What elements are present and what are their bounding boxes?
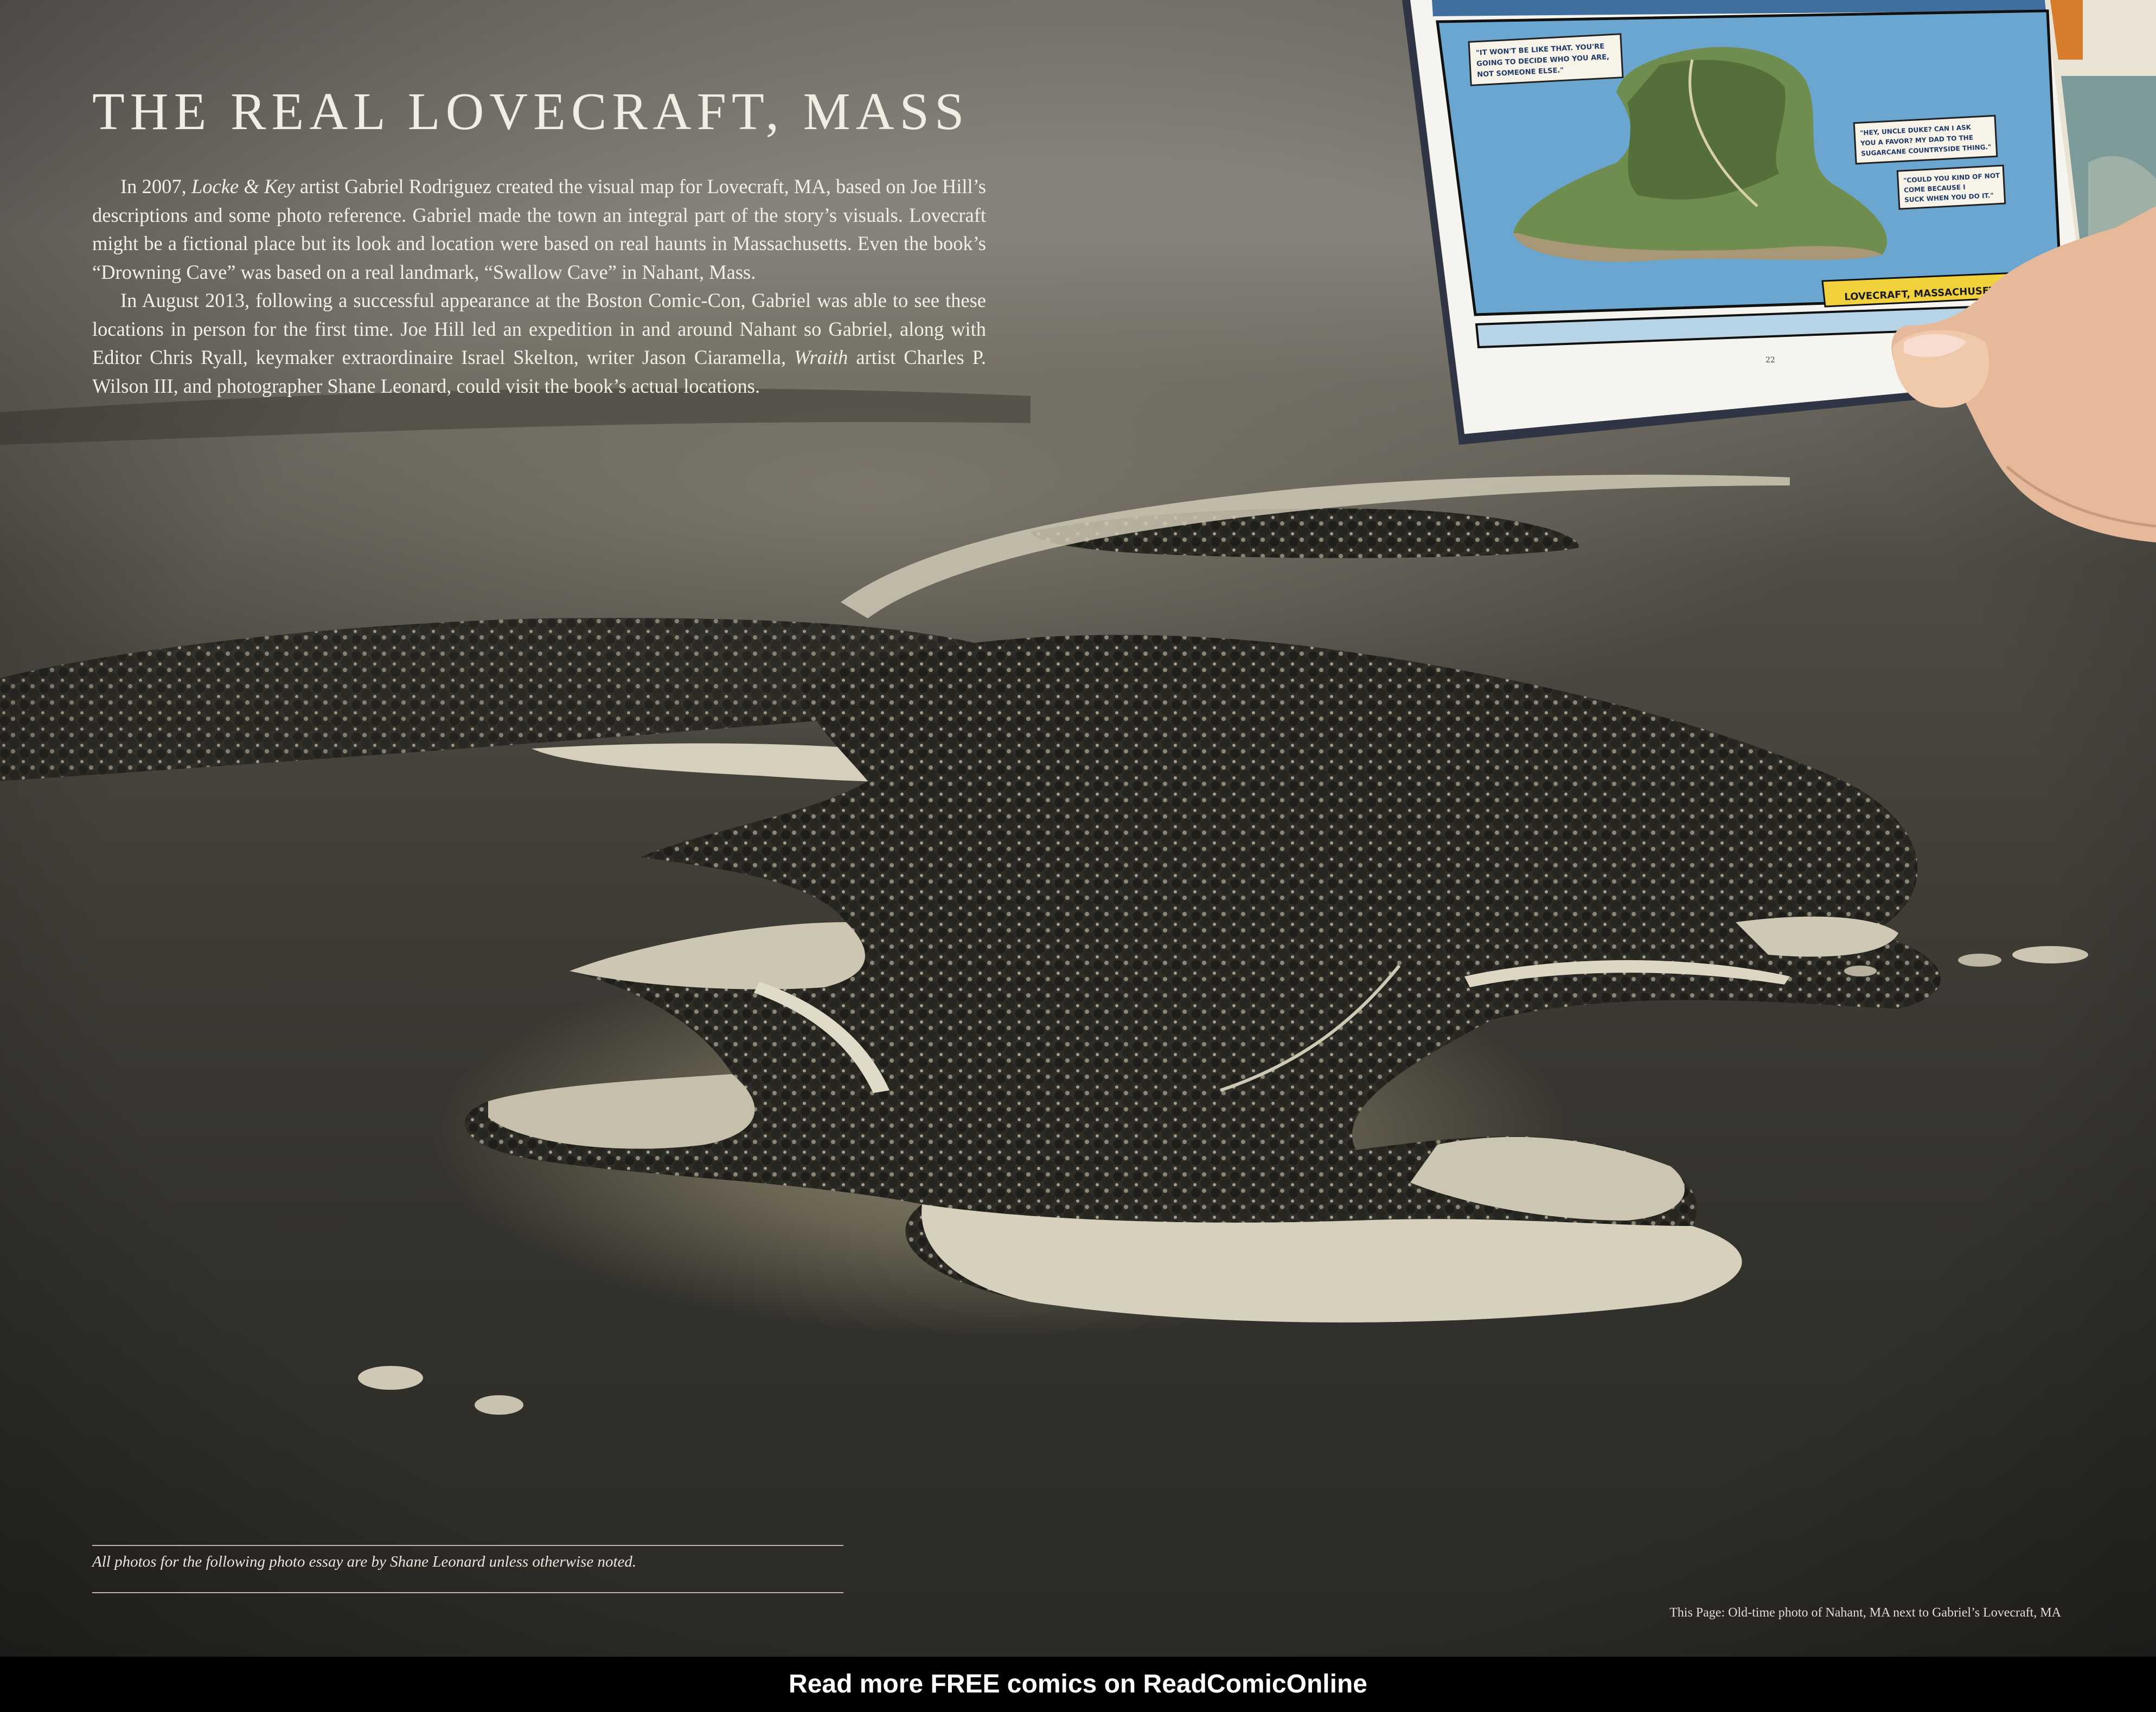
comic-page-in-hand: "IT WON'T BE LIKE THAT. YOU'RE GOING TO … [1402, 0, 2156, 542]
speech-balloon-3: "COULD YOU KIND OF NOT COME BECAUSE I SU… [1896, 164, 2006, 210]
read-more-link[interactable]: Read more FREE comics on ReadComicOnline [789, 1670, 1367, 1698]
article-page: THE REAL LOVECRAFT, MASS In 2007, Locke … [0, 0, 2156, 1657]
speech-balloon-2: "HEY, UNCLE DUKE? CAN I ASK YOU A FAVOR?… [1853, 114, 1998, 165]
speech-balloon-1: "IT WON'T BE LIKE THAT. YOU'RE GOING TO … [1468, 33, 1624, 86]
svg-text:22: 22 [1765, 356, 1775, 365]
read-more-banner[interactable]: Read more FREE comics on ReadComicOnline [0, 1657, 2156, 1712]
